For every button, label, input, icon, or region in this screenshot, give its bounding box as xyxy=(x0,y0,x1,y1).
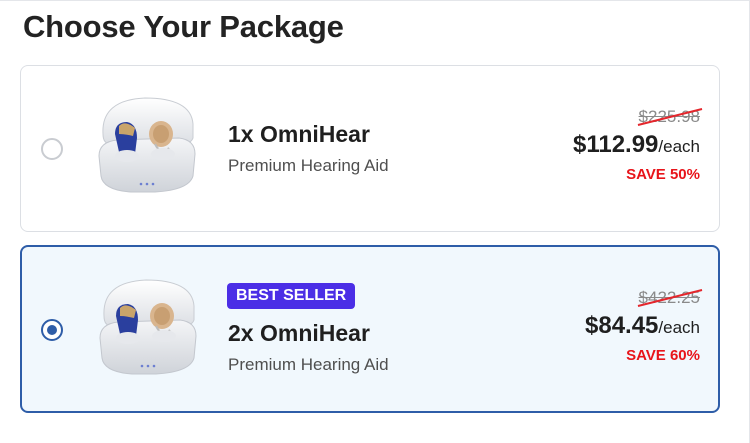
hearing-aid-case-image xyxy=(99,279,197,375)
price-block: $225.98 $112.99/each SAVE 50% xyxy=(480,106,702,185)
package-selector: Choose Your Package 1x OmniHear Premium … xyxy=(0,0,750,443)
divider-top xyxy=(0,0,750,1)
price-row: $84.45/each xyxy=(480,311,700,344)
package-subtitle: Premium Hearing Aid xyxy=(228,156,389,175)
radio-button-2x[interactable] xyxy=(41,319,63,341)
price-row: $112.99/each xyxy=(480,130,700,163)
original-price: $422.25 xyxy=(637,287,702,309)
price-unit: /each xyxy=(658,318,700,337)
price-unit: /each xyxy=(658,137,700,156)
original-price: $225.98 xyxy=(637,106,702,128)
price-block: $422.25 $84.45/each SAVE 60% xyxy=(480,287,702,366)
package-card-2x[interactable]: BEST SELLER 2x OmniHear Premium Hearing … xyxy=(20,245,720,413)
sale-price: $84.45 xyxy=(585,312,659,339)
package-name: 2x OmniHear xyxy=(228,320,370,346)
hearing-aid-case-image xyxy=(98,97,196,193)
sale-price: $112.99 xyxy=(572,131,659,158)
package-card-1x[interactable]: 1x OmniHear Premium Hearing Aid $225.98 … xyxy=(20,65,720,232)
best-seller-badge: BEST SELLER xyxy=(227,283,356,309)
package-subtitle: Premium Hearing Aid xyxy=(228,355,389,374)
radio-button-1x[interactable] xyxy=(41,138,63,160)
savings-label: SAVE 60% xyxy=(626,347,700,364)
page-title: Choose Your Package xyxy=(23,9,344,44)
package-name: 1x OmniHear xyxy=(228,121,370,147)
savings-label: SAVE 50% xyxy=(626,166,700,183)
